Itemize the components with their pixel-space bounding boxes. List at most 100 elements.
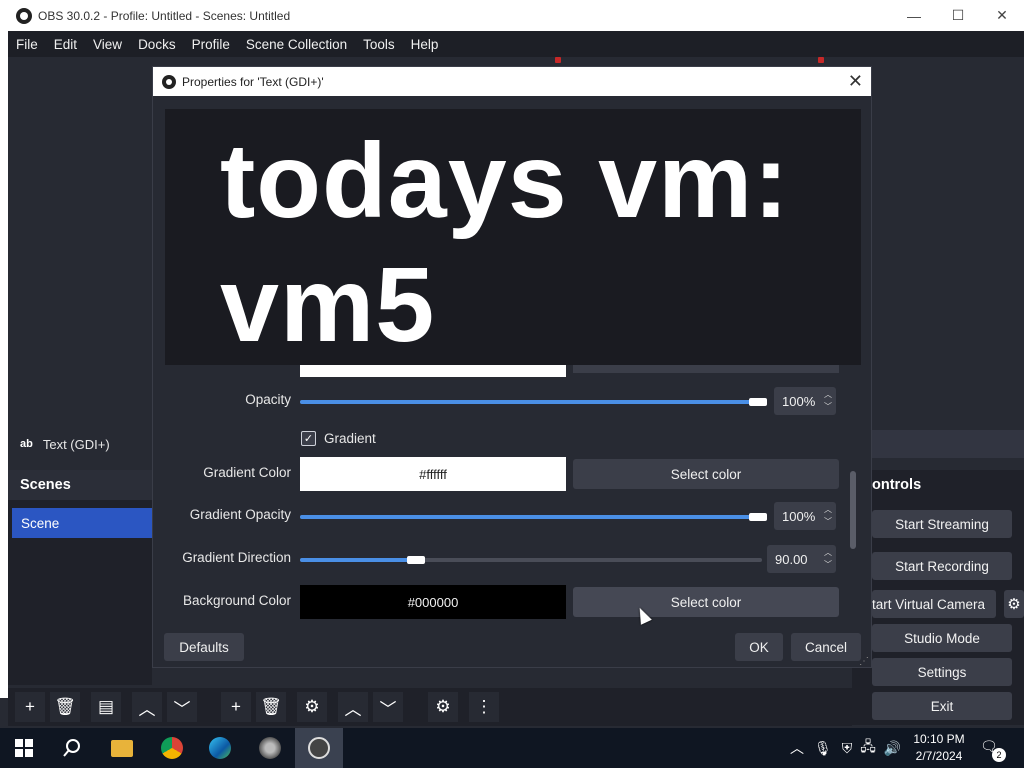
source-bar-right: [872, 430, 1024, 458]
gradient-color-swatch: #ffffff: [300, 457, 566, 491]
resize-grip-icon[interactable]: ⋰: [859, 656, 869, 667]
menu-help[interactable]: Help: [403, 37, 447, 52]
menu-file[interactable]: File: [8, 37, 46, 52]
dialog-close-icon[interactable]: ✕: [848, 71, 863, 92]
start-streaming-button[interactable]: Start Streaming: [872, 510, 1012, 538]
controls-dock: ontrols Start Streaming Start Recording …: [852, 470, 1024, 725]
gradient-direction-slider-fill: [300, 558, 416, 562]
gradient-opacity-slider-handle[interactable]: [749, 513, 767, 521]
maximize-icon[interactable]: ☐: [936, 0, 980, 31]
menu-scene-collection[interactable]: Scene Collection: [238, 37, 355, 52]
gradient-checkbox[interactable]: ✓: [301, 431, 316, 446]
close-icon[interactable]: ✕: [980, 0, 1024, 31]
source-properties-gear-icon[interactable]: ⚙: [297, 692, 327, 722]
menubar: File Edit View Docks Profile Scene Colle…: [8, 31, 1024, 57]
move-source-down-icon[interactable]: ﹀: [373, 692, 403, 722]
gradient-color-label: Gradient Color: [203, 465, 291, 480]
menu-profile[interactable]: Profile: [184, 37, 238, 52]
move-scene-down-icon[interactable]: ﹀: [167, 692, 197, 722]
chrome-icon[interactable]: [148, 728, 196, 768]
scene-filters-icon[interactable]: ▤: [91, 692, 121, 722]
selected-source-bar[interactable]: ab Text (GDI+): [8, 430, 152, 458]
folder-icon: [111, 739, 133, 757]
obs-logo-icon: [308, 737, 330, 759]
chrome-logo-icon: [161, 737, 183, 759]
audio-mixer-menu-dots-icon[interactable]: ⋮: [469, 692, 499, 722]
security-icon[interactable]: ⛨: [842, 740, 853, 757]
start-button[interactable]: [0, 728, 48, 768]
opacity-spinbox[interactable]: 100% ︿ ﹀: [774, 387, 836, 415]
gradient-direction-slider-handle[interactable]: [406, 556, 425, 564]
opacity-slider-handle[interactable]: [749, 398, 767, 406]
spin-arrows-icon[interactable]: ︿ ﹀: [824, 504, 832, 528]
compass-logo-icon: [259, 737, 281, 759]
studio-mode-button[interactable]: Studio Mode: [872, 624, 1012, 652]
main-titlebar: OBS 30.0.2 - Profile: Untitled - Scenes:…: [0, 0, 1024, 31]
app-compass-icon[interactable]: [246, 728, 294, 768]
obs-taskbar-icon[interactable]: [295, 728, 343, 768]
gradient-direction-value: 90.00: [775, 551, 808, 567]
background-select-color-button[interactable]: Select color: [573, 587, 839, 617]
gradient-opacity-slider[interactable]: [300, 513, 767, 521]
spin-arrows-icon[interactable]: ︿ ﹀: [824, 389, 832, 413]
gradient-opacity-spinbox[interactable]: 100% ︿ ﹀: [774, 502, 836, 530]
tray-chevron-up-icon[interactable]: ︿: [790, 738, 804, 758]
microphone-icon[interactable]: 🎙: [814, 740, 832, 757]
remove-source-trash-icon[interactable]: 🗑: [256, 692, 286, 722]
source-handle-marker: [555, 57, 561, 63]
dialog-titlebar: Properties for 'Text (GDI+)' ✕: [153, 67, 871, 96]
start-recording-button[interactable]: Start Recording: [872, 552, 1012, 580]
menu-view[interactable]: View: [85, 37, 130, 52]
select-color-partial: [573, 365, 839, 373]
remove-scene-trash-icon[interactable]: 🗑: [50, 692, 80, 722]
gradient-select-color-button[interactable]: Select color: [573, 459, 839, 489]
gradient-opacity-value: 100%: [782, 508, 816, 524]
minimize-icon[interactable]: —: [892, 0, 936, 31]
exit-button[interactable]: Exit: [872, 692, 1012, 720]
opacity-label: Opacity: [245, 392, 291, 407]
defaults-button[interactable]: Defaults: [164, 633, 244, 661]
menu-tools[interactable]: Tools: [355, 37, 403, 52]
clock-date: 2/7/2024: [915, 749, 963, 763]
background-color-swatch: #000000: [300, 585, 566, 619]
left-window-edge: [0, 31, 8, 698]
gradient-direction-spinbox[interactable]: 90.00 ︿ ﹀: [767, 545, 836, 573]
search-icon[interactable]: [48, 728, 96, 768]
properties-dialog: Properties for 'Text (GDI+)' ✕ todays vm…: [152, 66, 872, 668]
taskbar-clock[interactable]: 10:10 PM 2/7/2024: [904, 731, 974, 765]
dialog-title: Properties for 'Text (GDI+)': [182, 74, 324, 89]
properties-scrollbar[interactable]: [850, 471, 856, 549]
source-handle-marker: [818, 57, 824, 63]
opacity-slider-fill: [300, 400, 767, 404]
network-icon[interactable]: 🖧: [860, 736, 876, 760]
text-source-preview: todays vm: vm5: [165, 109, 861, 365]
notification-count-badge: 2: [992, 748, 1006, 762]
gradient-direction-slider[interactable]: [300, 556, 762, 564]
window-title: OBS 30.0.2 - Profile: Untitled - Scenes:…: [38, 8, 291, 23]
audio-mixer-settings-gear-icon[interactable]: ⚙: [428, 692, 458, 722]
system-tray: ︿ 🎙 ⛨ 🖧 🔊: [790, 728, 901, 768]
move-source-up-icon[interactable]: ︿: [338, 692, 368, 722]
gradient-direction-label: Gradient Direction: [182, 550, 291, 565]
color-swatch-partial: [300, 365, 566, 377]
ok-button[interactable]: OK: [735, 633, 783, 661]
edge-icon[interactable]: [196, 728, 244, 768]
file-explorer-icon[interactable]: [98, 728, 146, 768]
obs-logo-icon: [162, 74, 176, 89]
virtual-camera-settings-gear-icon[interactable]: ⚙: [1004, 590, 1024, 618]
opacity-slider[interactable]: [300, 398, 767, 406]
move-scene-up-icon[interactable]: ︿: [132, 692, 162, 722]
menu-docks[interactable]: Docks: [130, 37, 184, 52]
gradient-checkbox-label: Gradient: [324, 431, 376, 446]
menu-edit[interactable]: Edit: [46, 37, 85, 52]
obs-logo-icon: [16, 7, 32, 24]
selected-source-label: Text (GDI+): [42, 436, 110, 452]
volume-icon[interactable]: 🔊: [884, 740, 901, 757]
settings-button[interactable]: Settings: [872, 658, 1012, 686]
spin-arrows-icon[interactable]: ︿ ﹀: [824, 547, 832, 571]
cancel-button[interactable]: Cancel: [791, 633, 861, 661]
start-virtual-camera-button[interactable]: tart Virtual Camera: [872, 590, 996, 618]
add-scene-plus-icon[interactable]: +: [15, 692, 45, 722]
add-source-plus-icon[interactable]: +: [221, 692, 251, 722]
scene-item[interactable]: Scene: [12, 508, 152, 538]
